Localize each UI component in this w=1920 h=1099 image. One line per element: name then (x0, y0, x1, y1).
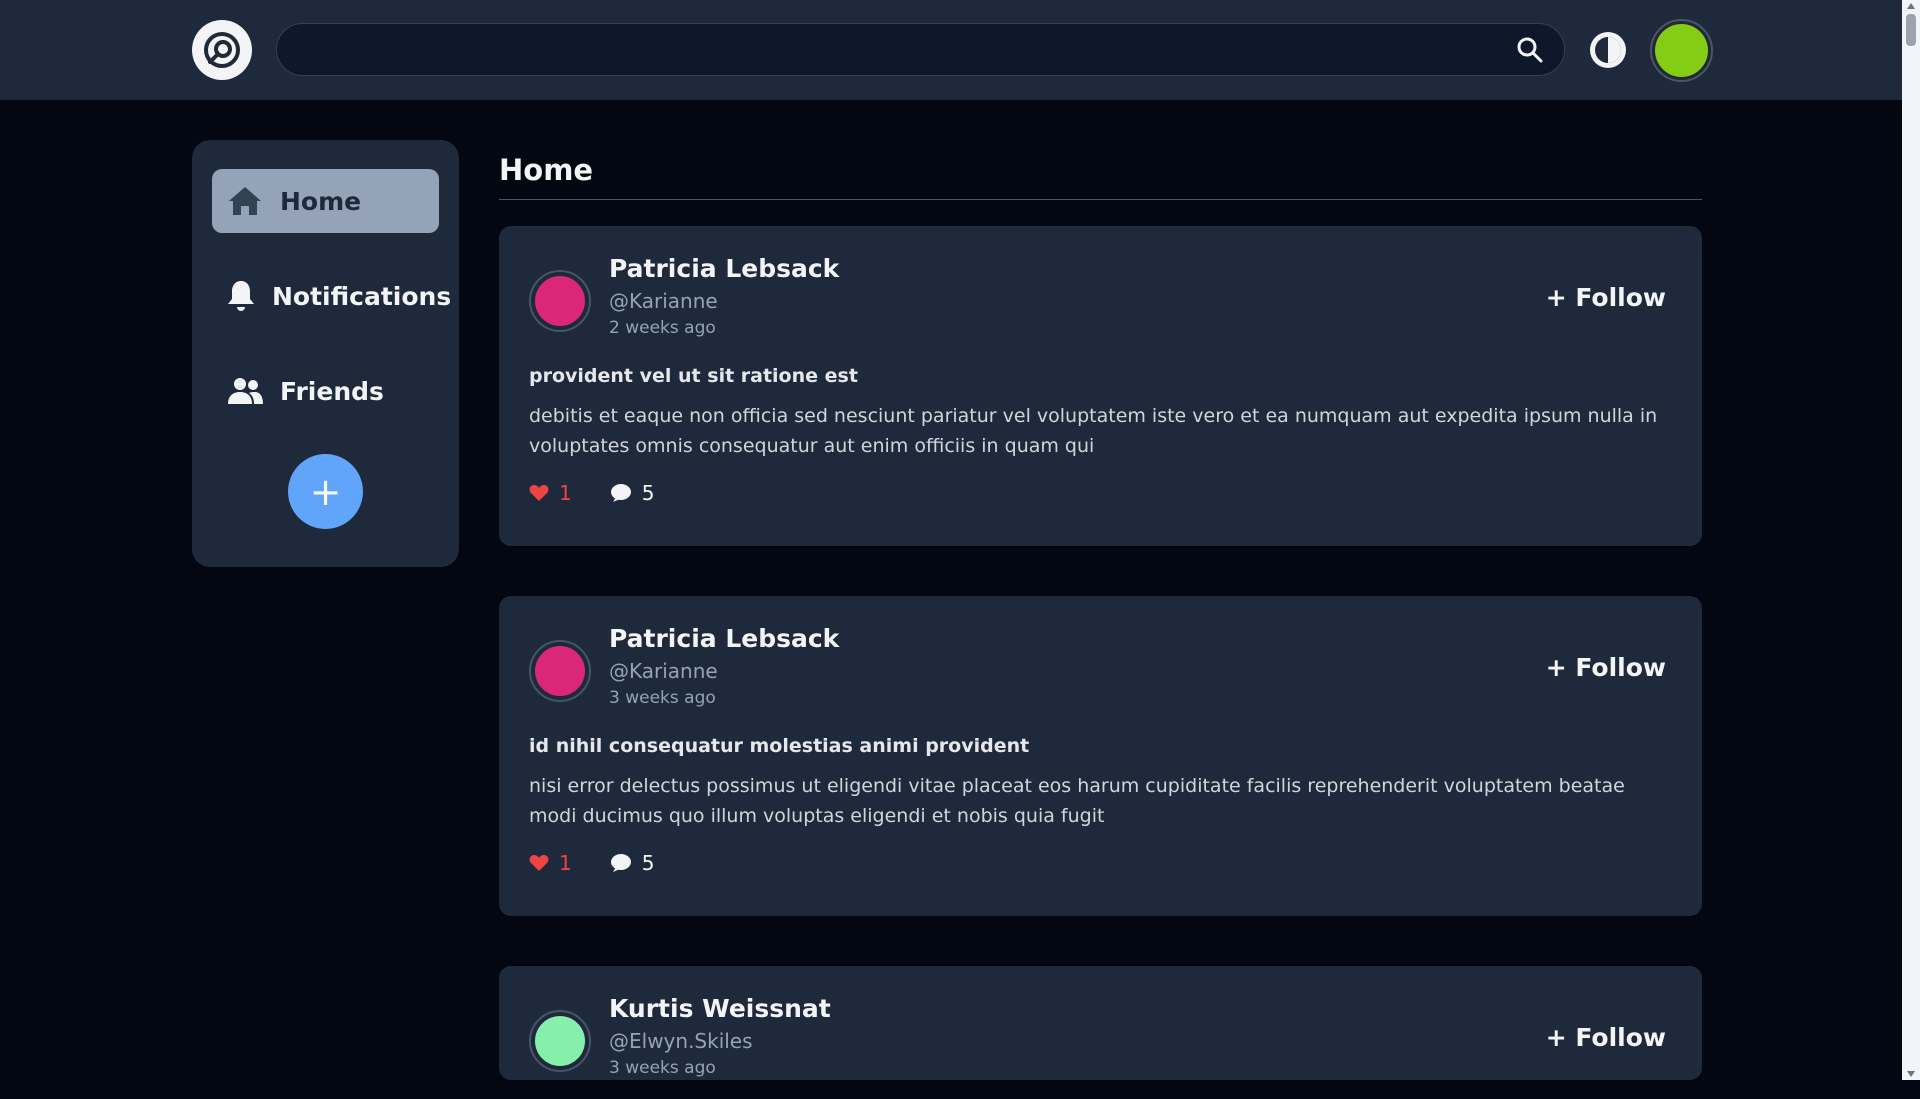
sidebar-item-home[interactable]: Home (212, 169, 439, 233)
comment-button[interactable]: 5 (610, 481, 655, 505)
add-post-button[interactable]: + (288, 454, 363, 529)
heart-icon (529, 855, 549, 871)
post-card: Patricia Lebsack @Karianne 3 weeks ago +… (499, 596, 1702, 916)
post-author-name[interactable]: Patricia Lebsack (609, 254, 839, 283)
page-scrollbar[interactable] (1902, 0, 1920, 1080)
comment-button[interactable]: 5 (610, 851, 655, 875)
post-timestamp: 2 weeks ago (609, 318, 716, 338)
sidebar: Home Notifications Friends + (192, 140, 459, 567)
sidebar-item-friends[interactable]: Friends (212, 359, 439, 423)
follow-button[interactable]: + Follow (1540, 1022, 1672, 1053)
like-count: 1 (559, 851, 572, 875)
follow-button[interactable]: + Follow (1540, 652, 1672, 683)
post-card: Kurtis Weissnat @Elwyn.Skiles 3 weeks ag… (499, 966, 1702, 1080)
post-header: Patricia Lebsack @Karianne 3 weeks ago +… (529, 624, 1672, 729)
post-actions: 1 5 (529, 481, 1672, 505)
avatar-image (535, 646, 585, 696)
user-avatar-image (1655, 24, 1708, 77)
like-button[interactable]: 1 (529, 481, 572, 505)
post-actions: 1 5 (529, 851, 1672, 875)
post-header: Patricia Lebsack @Karianne 2 weeks ago +… (529, 254, 1672, 359)
plus-icon: + (309, 469, 342, 514)
avatar-image (535, 1016, 585, 1066)
post-timestamp: 3 weeks ago (609, 1058, 716, 1078)
sidebar-item-notifications[interactable]: Notifications (212, 264, 451, 328)
main-feed: Home Patricia Lebsack @Karianne 2 weeks … (499, 140, 1702, 1080)
post-author-avatar[interactable] (529, 1010, 591, 1072)
logo-icon (204, 32, 240, 68)
home-icon (226, 184, 264, 218)
page-title: Home (499, 140, 1702, 200)
like-button[interactable]: 1 (529, 851, 572, 875)
post-header: Kurtis Weissnat @Elwyn.Skiles 3 weeks ag… (529, 994, 1672, 1099)
post-author-handle: @Karianne (609, 289, 718, 313)
like-count: 1 (559, 481, 572, 505)
comment-icon (610, 484, 631, 502)
post-timestamp: 3 weeks ago (609, 688, 716, 708)
search-icon[interactable] (1516, 36, 1544, 64)
post-author-handle: @Elwyn.Skiles (609, 1029, 753, 1053)
post-body: debitis et eaque non officia sed nesciun… (529, 405, 1658, 457)
scrollbar-thumb[interactable] (1906, 14, 1916, 46)
bell-icon (226, 279, 256, 313)
users-icon (226, 374, 264, 408)
theme-toggle-icon[interactable] (1588, 30, 1628, 70)
follow-button[interactable]: + Follow (1540, 282, 1672, 313)
post-body: nisi error delectus possimus ut eligendi… (529, 775, 1625, 827)
avatar-image (535, 276, 585, 326)
post-author-avatar[interactable] (529, 640, 591, 702)
comment-icon (610, 854, 631, 872)
user-avatar[interactable] (1650, 19, 1713, 82)
search-input[interactable] (297, 24, 1477, 75)
scroll-up-icon[interactable] (1907, 3, 1915, 9)
post-title: id nihil consequatur molestias animi pro… (529, 735, 1030, 757)
top-bar (0, 0, 1902, 100)
sidebar-item-label: Friends (280, 376, 384, 406)
sidebar-item-label: Notifications (272, 281, 452, 311)
sidebar-item-label: Home (280, 186, 362, 216)
post-author-name[interactable]: Patricia Lebsack (609, 624, 839, 653)
comment-count: 5 (641, 481, 655, 505)
post-title: provident vel ut sit ratione est (529, 365, 858, 387)
post-author-handle: @Karianne (609, 659, 718, 683)
scroll-down-icon[interactable] (1907, 1071, 1915, 1077)
post-author-name[interactable]: Kurtis Weissnat (609, 994, 831, 1023)
comment-count: 5 (641, 851, 655, 875)
app-logo[interactable] (192, 20, 252, 80)
search-bar (276, 23, 1565, 76)
heart-icon (529, 485, 549, 501)
post-card: Patricia Lebsack @Karianne 2 weeks ago +… (499, 226, 1702, 546)
post-author-avatar[interactable] (529, 270, 591, 332)
